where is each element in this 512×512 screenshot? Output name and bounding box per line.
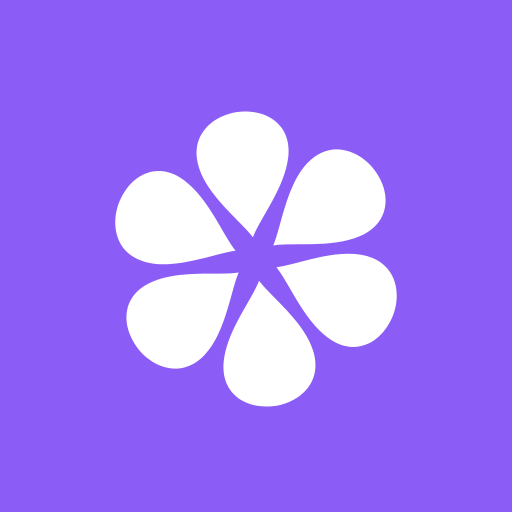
- app-icon: [0, 0, 512, 512]
- six-petal-flower-icon: [115, 111, 397, 407]
